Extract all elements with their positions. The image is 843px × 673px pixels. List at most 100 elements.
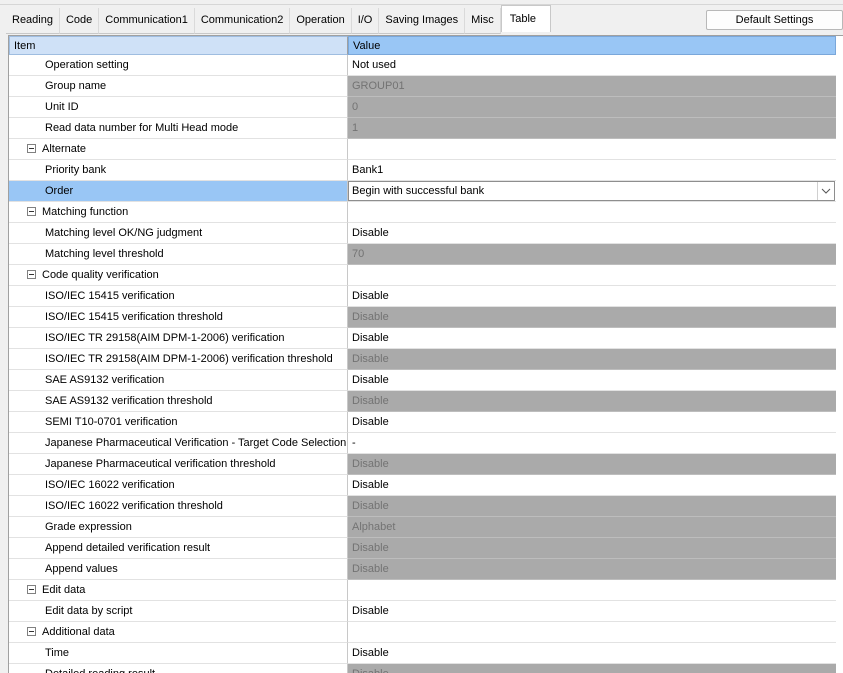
row-item-name[interactable]: Append detailed verification result <box>9 538 348 559</box>
grid-row[interactable]: Japanese Pharmaceutical Verification - T… <box>9 433 838 454</box>
row-value-cell: Disable <box>348 538 836 559</box>
tab-communication1[interactable]: Communication1 <box>99 8 195 34</box>
row-item-name[interactable]: Operation setting <box>9 55 348 76</box>
row-item-name[interactable]: Time <box>9 643 348 664</box>
grid-group-row[interactable]: Edit data <box>9 580 838 601</box>
tab-operation[interactable]: Operation <box>290 8 352 34</box>
row-item-name[interactable]: Priority bank <box>9 160 348 181</box>
row-value-cell[interactable]: Disable <box>348 412 836 433</box>
row-item-name[interactable]: Unit ID <box>9 97 348 118</box>
collapse-toggle-icon[interactable] <box>27 584 36 594</box>
row-item-name[interactable]: Japanese Pharmaceutical Verification - T… <box>9 433 348 454</box>
row-item-name[interactable]: ISO/IEC TR 29158(AIM DPM-1-2006) verific… <box>9 328 348 349</box>
row-value-cell[interactable]: Disable <box>348 223 836 244</box>
row-item-label: Time <box>45 647 70 659</box>
row-item-name[interactable]: SEMI T10-0701 verification <box>9 412 348 433</box>
grid-row[interactable]: Japanese Pharmaceutical verification thr… <box>9 454 838 475</box>
row-value-cell[interactable]: Disable <box>348 328 836 349</box>
grid-group-row[interactable]: Matching function <box>9 202 838 223</box>
row-item-label: Additional data <box>42 626 115 638</box>
grid-row[interactable]: Append detailed verification result Disab… <box>9 538 838 559</box>
collapse-toggle-icon[interactable] <box>27 626 36 636</box>
row-item-name[interactable]: Read data number for Multi Head mode <box>9 118 348 139</box>
row-item-name[interactable]: ISO/IEC 16022 verification threshold <box>9 496 348 517</box>
row-item-name[interactable]: Grade expression <box>9 517 348 538</box>
row-value-cell <box>348 139 836 160</box>
row-item-name[interactable]: Matching level OK/NG judgment <box>9 223 348 244</box>
grid-row[interactable]: ISO/IEC 16022 verification Disable <box>9 475 838 496</box>
row-value-cell[interactable]: Disable <box>348 475 836 496</box>
row-value-cell[interactable]: Disable <box>348 601 836 622</box>
grid-row[interactable]: Edit data by script Disable <box>9 601 838 622</box>
collapse-toggle-icon[interactable] <box>27 206 36 216</box>
row-value-cell[interactable]: Disable <box>348 286 836 307</box>
grid-group-row[interactable]: Code quality verification <box>9 265 838 286</box>
item-column-header[interactable]: Item <box>9 36 348 55</box>
row-item-label: Read data number for Multi Head mode <box>45 122 239 134</box>
grid-row[interactable]: Operation setting Not used <box>9 55 838 76</box>
row-item-name[interactable]: Group name <box>9 76 348 97</box>
row-value-cell[interactable]: Disable <box>348 643 836 664</box>
collapse-toggle-icon[interactable] <box>27 269 36 279</box>
grid-row[interactable]: Grade expression Alphabet <box>9 517 838 538</box>
value-column-header[interactable]: Value <box>348 36 836 55</box>
row-item-name[interactable]: SAE AS9132 verification <box>9 370 348 391</box>
grid-row[interactable]: ISO/IEC TR 29158(AIM DPM-1-2006) verific… <box>9 349 838 370</box>
tab-misc[interactable]: Misc <box>465 8 501 34</box>
grid-row[interactable]: ISO/IEC 16022 verification threshold Disa… <box>9 496 838 517</box>
tab-table[interactable]: Table <box>500 5 552 32</box>
grid-row[interactable]: Order Begin with successful bank <box>9 181 838 202</box>
grid-row[interactable]: Read data number for Multi Head mode 1 <box>9 118 838 139</box>
grid-row[interactable]: Unit ID 0 <box>9 97 838 118</box>
grid-row[interactable]: ISO/IEC 15415 verification threshold Disa… <box>9 307 838 328</box>
row-item-name[interactable]: SAE AS9132 verification threshold <box>9 391 348 412</box>
row-value-cell[interactable]: - <box>348 433 836 454</box>
row-value-cell[interactable]: Bank1 <box>348 160 836 181</box>
chevron-down-icon[interactable] <box>817 182 834 200</box>
row-item-name[interactable]: Code quality verification <box>9 265 348 286</box>
row-item-name[interactable]: Order <box>9 181 348 202</box>
row-value-text: Disable <box>352 353 389 365</box>
grid-row[interactable]: Time Disable <box>9 643 838 664</box>
row-item-name[interactable]: Edit data <box>9 580 348 601</box>
row-value-cell <box>348 580 836 601</box>
tab-io[interactable]: I/O <box>351 8 380 34</box>
row-item-name[interactable]: ISO/IEC 15415 verification threshold <box>9 307 348 328</box>
grid-group-row[interactable]: Alternate <box>9 139 838 160</box>
row-value-cell[interactable]: Disable <box>348 370 836 391</box>
row-item-name[interactable]: Matching function <box>9 202 348 223</box>
order-dropdown[interactable]: Begin with successful bank <box>348 181 835 201</box>
row-item-name[interactable]: ISO/IEC 16022 verification <box>9 475 348 496</box>
tab-reading[interactable]: Reading <box>6 8 60 34</box>
row-item-label: Alternate <box>42 143 87 155</box>
row-value-text: Disable <box>352 542 389 554</box>
row-item-name[interactable]: Append values <box>9 559 348 580</box>
grid-row[interactable]: Group name GROUP01 <box>9 76 838 97</box>
grid-row[interactable]: SAE AS9132 verification threshold Disable <box>9 391 838 412</box>
grid-row[interactable]: SAE AS9132 verification Disable <box>9 370 838 391</box>
grid-group-row[interactable]: Additional data <box>9 622 838 643</box>
row-item-name[interactable]: Matching level threshold <box>9 244 348 265</box>
row-item-name[interactable]: Edit data by script <box>9 601 348 622</box>
row-item-name[interactable]: ISO/IEC TR 29158(AIM DPM-1-2006) verific… <box>9 349 348 370</box>
grid-row[interactable]: ISO/IEC TR 29158(AIM DPM-1-2006) verific… <box>9 328 838 349</box>
row-item-name[interactable]: ISO/IEC 15415 verification <box>9 286 348 307</box>
tab-communication2[interactable]: Communication2 <box>194 8 291 34</box>
tab-saving-images[interactable]: Saving Images <box>379 8 466 34</box>
row-item-name[interactable]: Alternate <box>9 139 348 160</box>
row-value-cell[interactable]: Begin with successful bank <box>348 181 836 202</box>
collapse-toggle-icon[interactable] <box>27 143 36 153</box>
grid-row[interactable]: Priority bank Bank1 <box>9 160 838 181</box>
default-settings-button[interactable]: Default Settings <box>706 10 843 30</box>
tab-code[interactable]: Code <box>59 8 100 34</box>
row-item-name[interactable]: Additional data <box>9 622 348 643</box>
row-item-name[interactable]: Japanese Pharmaceutical verification thr… <box>9 454 348 475</box>
grid-row[interactable]: Matching level OK/NG judgment Disable <box>9 223 838 244</box>
grid-row[interactable]: ISO/IEC 15415 verification Disable <box>9 286 838 307</box>
grid-row[interactable]: SEMI T10-0701 verification Disable <box>9 412 838 433</box>
row-item-label: ISO/IEC 15415 verification threshold <box>45 311 223 323</box>
row-value-cell[interactable]: Not used <box>348 55 836 76</box>
grid-row[interactable]: Append values Disable <box>9 559 838 580</box>
grid-row[interactable]: Matching level threshold 70 <box>9 244 838 265</box>
row-item-label: ISO/IEC 16022 verification <box>45 479 175 491</box>
